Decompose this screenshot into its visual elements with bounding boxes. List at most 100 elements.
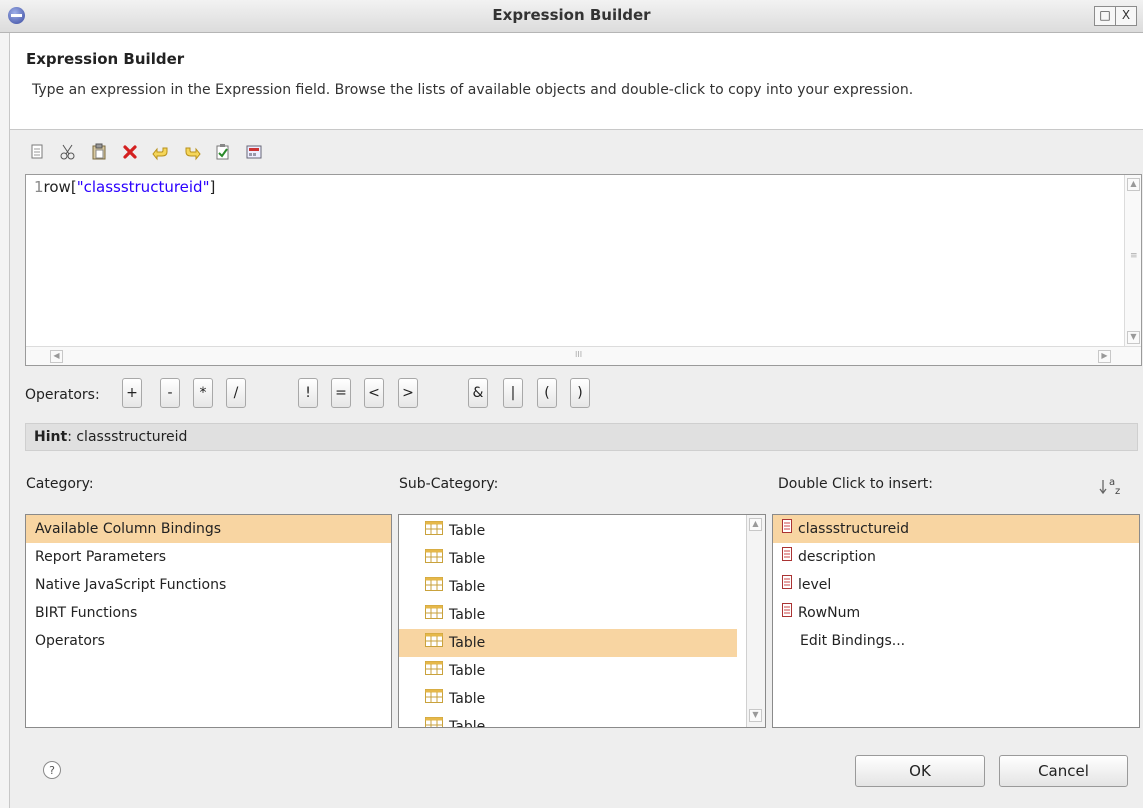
redo-icon[interactable]: [181, 141, 203, 163]
operator-or-button[interactable]: |: [503, 378, 523, 408]
table-icon: [425, 629, 443, 657]
window-controls: □ X: [1094, 6, 1137, 26]
insert-list[interactable]: classstructureid description level RowNu…: [772, 514, 1140, 728]
operator-and-button[interactable]: &: [468, 378, 488, 408]
operator-divide-button[interactable]: /: [226, 378, 246, 408]
insert-item-label: description: [798, 549, 876, 565]
hint-bar: Hint: classstructureid: [25, 423, 1138, 451]
category-label: Category:: [26, 476, 94, 492]
subcategory-item[interactable]: Table: [399, 713, 737, 728]
table-icon: [425, 517, 443, 545]
scroll-grip-icon: III: [575, 350, 583, 359]
ok-button[interactable]: OK: [855, 755, 985, 787]
table-icon: [425, 657, 443, 685]
help-icon[interactable]: ?: [43, 761, 61, 779]
category-item[interactable]: Report Parameters: [26, 543, 391, 571]
subcategory-item[interactable]: Table: [399, 517, 737, 545]
left-border: [0, 33, 10, 808]
subcategory-item-label: Table: [449, 663, 486, 679]
subcategory-item[interactable]: Table: [399, 685, 737, 713]
editor-vertical-scrollbar[interactable]: ▲ ≡ ▼: [1124, 175, 1141, 347]
subcategory-item[interactable]: Table: [399, 601, 737, 629]
undo-icon[interactable]: [150, 141, 172, 163]
table-icon: [425, 713, 443, 727]
subcategory-item[interactable]: Table: [399, 629, 737, 657]
subcategory-item[interactable]: Table: [399, 573, 737, 601]
hint-value: : classstructureid: [67, 429, 188, 445]
scroll-right-icon[interactable]: ▶: [1098, 350, 1111, 363]
editor-toolbar: [26, 141, 274, 165]
paste-icon[interactable]: [88, 141, 110, 163]
operator-multiply-button[interactable]: *: [193, 378, 213, 408]
subcategory-item-label: Table: [449, 691, 486, 707]
editor-horizontal-scrollbar[interactable]: ◀ III ▶: [26, 346, 1141, 365]
close-button[interactable]: X: [1116, 6, 1137, 26]
code-identifier: row[: [43, 178, 77, 196]
operator-close-paren-button[interactable]: ): [570, 378, 590, 408]
column-binding-icon: [782, 571, 792, 599]
category-item[interactable]: Operators: [26, 627, 391, 655]
subcategory-item-label: Table: [449, 719, 486, 728]
insert-label: Double Click to insert:: [778, 476, 934, 492]
operator-not-button[interactable]: !: [298, 378, 318, 408]
code-string-literal: "classstructureid": [76, 178, 210, 196]
table-icon: [425, 545, 443, 573]
code-suffix: ]: [209, 178, 216, 196]
insert-item-label: level: [798, 577, 832, 593]
maximize-button[interactable]: □: [1094, 6, 1116, 26]
category-item[interactable]: Available Column Bindings: [26, 515, 391, 543]
operators-label: Operators:: [25, 387, 100, 403]
insert-item[interactable]: description: [773, 543, 1139, 571]
insert-item[interactable]: classstructureid: [773, 515, 1139, 543]
subcategory-scrollbar[interactable]: ▲ ▼: [746, 515, 765, 727]
scroll-up-icon[interactable]: ▲: [1127, 178, 1140, 191]
insert-item[interactable]: RowNum: [773, 599, 1139, 627]
insert-item-label: classstructureid: [798, 521, 910, 537]
category-item[interactable]: BIRT Functions: [26, 599, 391, 627]
copy-icon[interactable]: [26, 141, 48, 163]
table-icon: [425, 573, 443, 601]
operator-equals-button[interactable]: =: [331, 378, 351, 408]
svg-text:z: z: [1115, 486, 1120, 497]
dialog-header: Expression Builder Type an expression in…: [0, 33, 1143, 130]
scroll-left-icon[interactable]: ◀: [50, 350, 63, 363]
subcategory-item-label: Table: [449, 635, 486, 651]
calculator-icon[interactable]: [243, 141, 265, 163]
subcategory-item-label: Table: [449, 551, 486, 567]
scroll-up-icon[interactable]: ▲: [749, 518, 762, 531]
dialog-description: Type an expression in the Expression fie…: [32, 82, 914, 98]
operator-open-paren-button[interactable]: (: [537, 378, 557, 408]
cut-icon[interactable]: [57, 141, 79, 163]
table-icon: [425, 601, 443, 629]
window-title: Expression Builder: [492, 6, 651, 24]
scroll-down-icon[interactable]: ▼: [1127, 331, 1140, 344]
subcategory-item-label: Table: [449, 607, 486, 623]
cancel-button[interactable]: Cancel: [999, 755, 1128, 787]
subcategory-list[interactable]: Table Table Table Table Table Table Tabl…: [398, 514, 766, 728]
edit-bindings-item[interactable]: Edit Bindings...: [773, 627, 1139, 655]
line-number: 1: [34, 178, 44, 196]
column-binding-icon: [782, 515, 792, 543]
subcategory-item[interactable]: Table: [399, 545, 737, 573]
column-binding-icon: [782, 543, 792, 571]
operator-plus-button[interactable]: +: [122, 378, 142, 408]
validate-icon[interactable]: [212, 141, 234, 163]
editor-line: 1row["classstructureid"]: [34, 178, 215, 196]
expression-editor[interactable]: 1row["classstructureid"] ▲ ≡ ▼ ◀ III ▶: [25, 174, 1142, 366]
subcategory-item[interactable]: Table: [399, 657, 737, 685]
operator-less-button[interactable]: <: [364, 378, 384, 408]
operator-minus-button[interactable]: -: [160, 378, 180, 408]
hint-text: Hint: classstructureid: [34, 429, 187, 445]
window-title-bar: Expression Builder □ X: [0, 0, 1143, 33]
subcategory-item-label: Table: [449, 523, 486, 539]
delete-icon[interactable]: [119, 141, 141, 163]
operator-greater-button[interactable]: >: [398, 378, 418, 408]
category-list[interactable]: Available Column Bindings Report Paramet…: [25, 514, 392, 728]
insert-item[interactable]: level: [773, 571, 1139, 599]
category-item[interactable]: Native JavaScript Functions: [26, 571, 391, 599]
sort-alpha-icon[interactable]: a z: [1098, 474, 1124, 498]
scroll-down-icon[interactable]: ▼: [749, 709, 762, 722]
subcategory-label: Sub-Category:: [399, 476, 499, 492]
scroll-grip-icon: ≡: [1130, 251, 1138, 261]
dialog-title: Expression Builder: [26, 50, 185, 68]
